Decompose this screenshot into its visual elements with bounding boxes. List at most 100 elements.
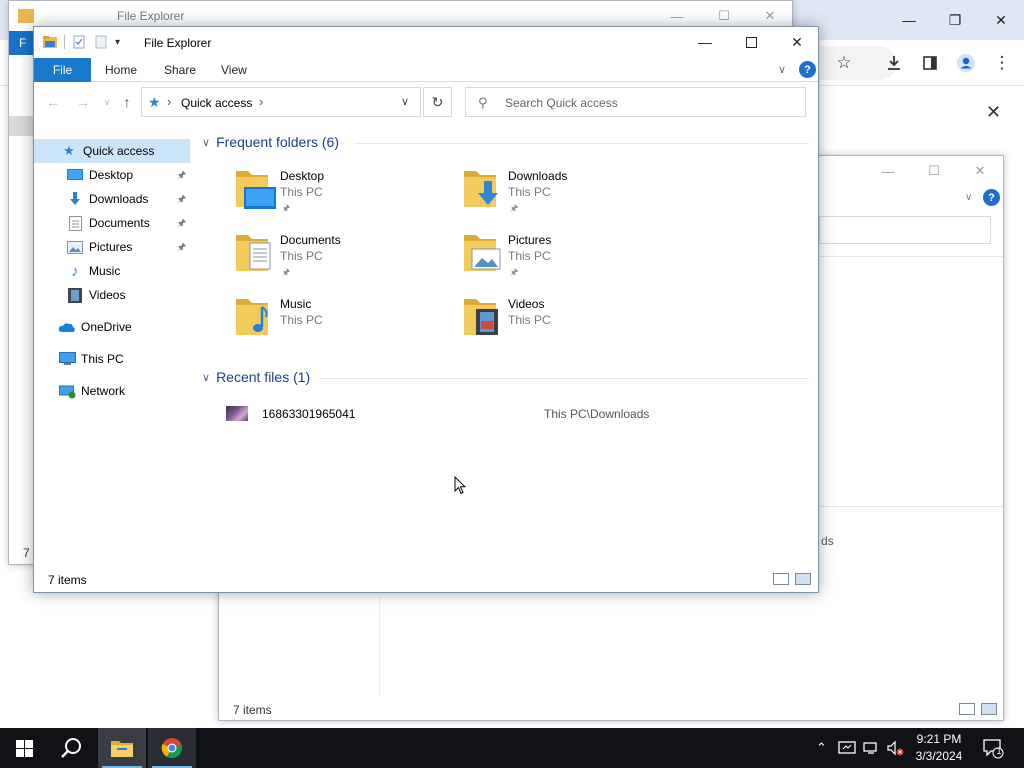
sidebar-item-label: OneDrive — [81, 320, 132, 334]
tab-view[interactable]: View — [221, 58, 247, 82]
sidebar-item-quick-access[interactable]: ★ Quick access — [34, 139, 190, 163]
show-hidden-icons-chevron-icon[interactable]: ⌃ — [816, 728, 827, 768]
infobar-close-icon[interactable]: ✕ — [986, 102, 1001, 123]
forward-arrow-icon[interactable]: → — [72, 93, 94, 111]
search-button[interactable] — [48, 728, 96, 768]
folder-location: This PC — [508, 249, 551, 263]
sidebar-item-desktop[interactable]: Desktop 🖈 — [34, 163, 190, 187]
browser-minimize-button[interactable]: — — [886, 8, 932, 32]
back2-details-view-button[interactable] — [959, 703, 975, 715]
search-box[interactable]: ⚲ Search Quick access — [465, 87, 806, 117]
breadcrumb-quick-access[interactable]: Quick access — [181, 96, 252, 110]
back-arrow-icon[interactable]: ← — [42, 93, 64, 111]
refresh-icon[interactable]: ↻ — [423, 87, 452, 117]
taskbar-file-explorer[interactable] — [98, 728, 146, 768]
help-icon[interactable]: ? — [799, 61, 816, 78]
breadcrumb-chevron-icon[interactable]: › — [167, 94, 171, 109]
pin-icon[interactable]: 🖈 — [177, 168, 186, 185]
sidebar-item-label: Documents — [89, 216, 150, 230]
folder-tile-music[interactable]: Music This PC — [234, 295, 454, 355]
minimize-button[interactable]: — — [682, 27, 728, 57]
back2-search-box[interactable] — [819, 216, 991, 244]
back2-help-icon[interactable]: ? — [983, 189, 1000, 206]
action-center-button[interactable]: 1 — [982, 728, 1004, 768]
frequent-folders-header[interactable]: ∨ Frequent folders (6) — [202, 134, 339, 150]
sidebar-item-pictures[interactable]: Pictures 🖈 — [34, 235, 190, 259]
sidebar-item-label: Downloads — [89, 192, 149, 206]
tab-home[interactable]: Home — [105, 58, 137, 82]
side-panel-icon[interactable] — [912, 45, 948, 81]
back-minimize-button[interactable]: — — [656, 5, 698, 27]
browser-close-button[interactable]: ✕ — [978, 8, 1024, 32]
breadcrumb-chevron-icon[interactable]: › — [259, 94, 263, 109]
recent-files-header[interactable]: ∨ Recent files (1) — [202, 369, 310, 385]
folder-tile-desktop[interactable]: Desktop This PC 🖈 — [234, 167, 454, 227]
sidebar-item-music[interactable]: ♪ Music — [34, 259, 190, 283]
profile-avatar-icon[interactable] — [948, 45, 984, 81]
close-button[interactable]: ✕ — [774, 27, 818, 57]
sidebar-item-label: Music — [89, 264, 121, 278]
back2-sidebar-divider — [379, 596, 380, 696]
folder-tile-downloads[interactable]: Downloads This PC 🖈 — [462, 167, 682, 227]
taskbar-chrome[interactable] — [148, 728, 196, 768]
download-icon[interactable] — [876, 45, 912, 81]
sidebar-item-this-pc[interactable]: This PC — [34, 347, 190, 371]
customize-qat-icon[interactable]: ▾ — [115, 37, 120, 48]
back2-close-button[interactable]: ✕ — [959, 160, 1001, 182]
expand-ribbon-icon[interactable]: ∨ — [778, 63, 786, 76]
recent-locations-chevron-icon[interactable]: ∨ — [96, 93, 118, 111]
large-icons-view-icon[interactable] — [795, 573, 811, 585]
security-icon[interactable] — [838, 728, 856, 768]
back-maximize-button[interactable]: ☐ — [703, 5, 745, 27]
window-title: File Explorer — [144, 36, 212, 50]
document-icon — [66, 215, 84, 231]
pin-icon[interactable]: 🖈 — [177, 192, 186, 209]
sidebar-item-downloads[interactable]: Downloads 🖈 — [34, 187, 190, 211]
folder-name: Videos — [508, 297, 545, 311]
back2-large-icons-view-button[interactable] — [981, 703, 997, 715]
address-bar[interactable]: ★ › Quick access › ∨ — [141, 87, 421, 117]
list-item[interactable]: 16863301965041 This PC\Downloads — [226, 405, 786, 425]
start-button[interactable] — [0, 728, 48, 768]
folder-name: Music — [280, 297, 312, 311]
navigation-bar: ← → ∨ ↑ ★ › Quick access › ∨ ↻ ⚲ Search … — [34, 83, 818, 121]
volume-muted-icon[interactable] — [886, 728, 904, 768]
sidebar-item-videos[interactable]: Videos — [34, 283, 190, 307]
network-tray-icon[interactable] — [862, 728, 880, 768]
back2-maximize-button[interactable]: ☐ — [913, 160, 955, 182]
back-file-tab[interactable]: F — [9, 31, 35, 55]
browser-restore-button[interactable]: ❐ — [932, 8, 978, 32]
folder-tile-pictures[interactable]: Pictures This PC 🖈 — [462, 231, 682, 291]
search-placeholder: Search Quick access — [505, 96, 618, 110]
browser-menu-icon[interactable]: ⋮ — [984, 45, 1020, 81]
folder-location: This PC — [508, 313, 551, 327]
sidebar-item-onedrive[interactable]: OneDrive — [34, 315, 190, 339]
back-close-button[interactable]: ✕ — [749, 5, 791, 27]
back2-minimize-button[interactable]: — — [867, 160, 909, 182]
collapse-chevron-icon[interactable]: ∨ — [202, 136, 210, 149]
file-explorer-icon — [111, 741, 133, 757]
status-bar: 7 items — [34, 567, 818, 592]
file-path: This PC\Downloads — [544, 407, 650, 421]
pin-icon[interactable]: 🖈 — [177, 240, 186, 257]
details-view-icon[interactable] — [773, 573, 789, 585]
pin-icon[interactable]: 🖈 — [177, 216, 186, 233]
sidebar-item-documents[interactable]: Documents 🖈 — [34, 211, 190, 235]
folder-tile-videos[interactable]: Videos This PC — [462, 295, 682, 355]
folder-tile-documents[interactable]: Documents This PC 🖈 — [234, 231, 454, 291]
maximize-button[interactable] — [728, 27, 774, 57]
image-thumbnail-icon — [226, 406, 248, 421]
collapse-chevron-icon[interactable]: ∨ — [202, 371, 210, 384]
system-clock[interactable]: 9:21 PM 3/3/2024 — [905, 731, 973, 765]
sidebar-item-network[interactable]: Network — [34, 379, 190, 403]
properties-icon[interactable] — [71, 34, 87, 50]
address-dropdown-icon[interactable]: ∨ — [401, 95, 409, 108]
mouse-cursor-icon — [454, 476, 466, 495]
up-arrow-icon[interactable]: ↑ — [116, 93, 138, 111]
bookmark-star-icon[interactable]: ☆ — [826, 45, 862, 81]
new-folder-icon[interactable] — [93, 34, 109, 50]
tab-file[interactable]: File — [34, 58, 91, 82]
folder-name: Desktop — [280, 169, 325, 183]
tab-share[interactable]: Share — [164, 58, 196, 82]
back2-ribbon-expand-icon[interactable]: ∨ — [965, 192, 972, 203]
